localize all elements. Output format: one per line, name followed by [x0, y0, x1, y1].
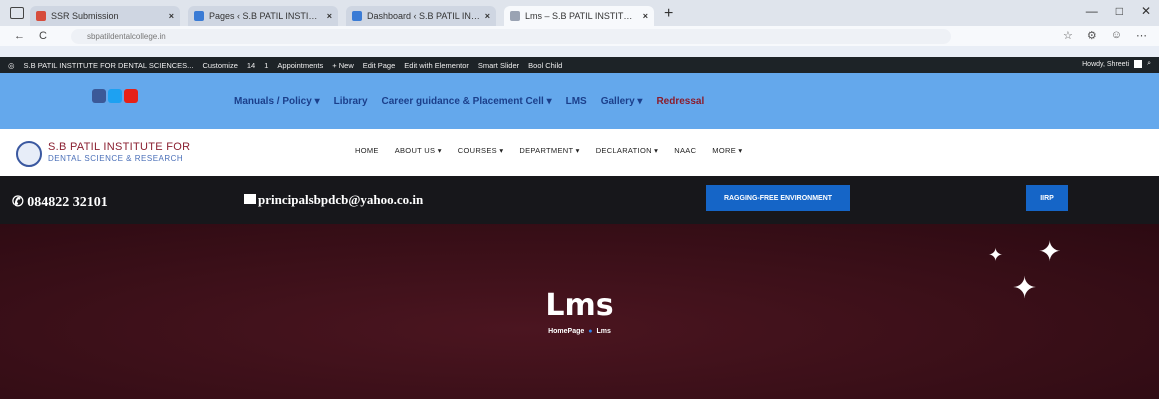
iirp-button[interactable]: IIRP — [1026, 185, 1068, 211]
admin-updates[interactable]: 14 — [247, 61, 255, 70]
minimize-button[interactable]: — — [1086, 4, 1098, 18]
breadcrumb-separator-icon: ● — [588, 328, 593, 335]
contact-bar: ✆ 084822 32101 principalsbpdcb@yahoo.co.… — [0, 176, 1159, 224]
wp-admin-bar: ◎ S.B PATIL INSTITUTE FOR DENTAL SCIENCE… — [0, 57, 1159, 73]
phone-icon: ✆ — [12, 195, 24, 210]
breadcrumb-current: Lms — [596, 328, 611, 335]
breadcrumb: HomePage ● Lms — [0, 328, 1159, 335]
menu-lms[interactable]: LMS — [566, 96, 587, 107]
admin-bool-child[interactable]: Bool Child — [528, 61, 562, 70]
nav-more[interactable]: MORE ▾ — [712, 146, 742, 155]
menu-gallery[interactable]: Gallery ▾ — [601, 96, 643, 107]
sparkle-icon: ✦ — [988, 245, 1004, 265]
howdy-label: Howdy, Shreeti — [1082, 60, 1130, 68]
admin-appointments[interactable]: Appointments — [277, 61, 323, 70]
sparkle-icon: ✦ — [1038, 236, 1062, 267]
admin-smart-slider[interactable]: Smart Slider — [478, 61, 519, 70]
email-contact[interactable]: principalsbpdcb@yahoo.co.in — [244, 192, 423, 208]
menu-redressal[interactable]: Redressal — [656, 96, 704, 107]
email-address: principalsbpdcb@yahoo.co.in — [258, 192, 424, 207]
address-bar-row: ← C sbpatildentalcollege.in ☆ ⚙ ☺ ⋯ — [0, 26, 1159, 46]
nav-about-us[interactable]: ABOUT US ▾ — [395, 146, 442, 155]
close-tab-icon[interactable]: × — [643, 11, 648, 21]
tab-title: Dashboard ‹ S.B PATIL INSTITUT — [367, 11, 481, 21]
tab-title: Pages ‹ S.B PATIL INSTITUTE FOR — [209, 11, 323, 21]
nav-department[interactable]: DEPARTMENT ▾ — [519, 146, 579, 155]
browser-tab-active[interactable]: Lms – S.B PATIL INSTITUTE FOR × — [504, 6, 654, 26]
tab-favicon — [194, 11, 204, 21]
phone-contact[interactable]: ✆ 084822 32101 — [12, 194, 108, 211]
main-nav: HOME ABOUT US ▾ COURSES ▾ DEPARTMENT ▾ D… — [355, 146, 742, 155]
top-menu: Manuals / Policy ▾ Library Career guidan… — [234, 96, 704, 107]
workspaces-icon[interactable] — [10, 7, 24, 19]
new-tab-button[interactable]: + — [664, 5, 673, 23]
nav-naac[interactable]: NAAC — [674, 146, 696, 155]
admin-comments[interactable]: 1 — [264, 61, 268, 70]
nav-home[interactable]: HOME — [355, 146, 379, 155]
profile-icon[interactable]: ☺ — [1111, 29, 1122, 42]
browser-tab-strip: SSR Submission × Pages ‹ S.B PATIL INSTI… — [0, 0, 1159, 26]
back-arrow-icon[interactable]: ← — [14, 30, 25, 42]
logo-title[interactable]: S.B PATIL INSTITUTE FOR — [48, 141, 190, 153]
tab-title: Lms – S.B PATIL INSTITUTE FOR — [525, 11, 639, 21]
admin-account[interactable]: Howdy, Shreeti ⌕ — [1082, 60, 1151, 68]
admin-edit-page[interactable]: Edit Page — [363, 61, 396, 70]
nav-declaration[interactable]: DECLARATION ▾ — [596, 146, 659, 155]
email-icon — [244, 194, 256, 204]
menu-career-guidance[interactable]: Career guidance & Placement Cell ▾ — [382, 96, 552, 107]
admin-site-name[interactable]: S.B PATIL INSTITUTE FOR DENTAL SCIENCES.… — [24, 61, 194, 70]
search-icon[interactable]: ⌕ — [1147, 60, 1151, 68]
browser-toolbar: ☆ ⚙ ☺ ⋯ — [1063, 29, 1147, 42]
admin-edit-elementor[interactable]: Edit with Elementor — [404, 61, 469, 70]
window-controls: — □ ✕ — [1086, 4, 1151, 18]
page-hero: ✦ ✦ ✦ Lms HomePage ● Lms — [0, 224, 1159, 399]
favorites-star-icon[interactable]: ☆ — [1063, 29, 1073, 42]
wordpress-logo-icon[interactable]: ◎ — [8, 61, 15, 70]
ragging-free-button[interactable]: RAGGING-FREE ENVIRONMENT — [706, 185, 850, 211]
extensions-icon[interactable]: ⚙ — [1087, 29, 1097, 42]
logo-subtitle[interactable]: DENTAL SCIENCE & RESEARCH — [48, 154, 183, 163]
maximize-button[interactable]: □ — [1116, 4, 1123, 18]
more-menu-icon[interactable]: ⋯ — [1136, 29, 1147, 42]
twitter-icon[interactable] — [108, 89, 122, 103]
menu-library[interactable]: Library — [334, 96, 368, 107]
tab-title: SSR Submission — [51, 11, 119, 21]
url-input[interactable]: sbpatildentalcollege.in — [70, 28, 951, 44]
site-header: S.B PATIL INSTITUTE FOR DENTAL SCIENCE &… — [0, 129, 1159, 176]
phone-number: 084822 32101 — [27, 195, 108, 210]
browser-tab[interactable]: SSR Submission × — [30, 6, 180, 26]
nav-courses[interactable]: COURSES ▾ — [458, 146, 504, 155]
top-bar: Manuals / Policy ▾ Library Career guidan… — [0, 73, 1159, 129]
facebook-icon[interactable] — [92, 89, 106, 103]
avatar — [1134, 60, 1143, 68]
tab-favicon — [510, 11, 520, 21]
youtube-icon[interactable] — [124, 89, 138, 103]
menu-manuals-policy[interactable]: Manuals / Policy ▾ — [234, 96, 320, 107]
page-title: Lms — [545, 288, 614, 323]
browser-tab[interactable]: Dashboard ‹ S.B PATIL INSTITUT × — [346, 6, 496, 26]
browser-tab[interactable]: Pages ‹ S.B PATIL INSTITUTE FOR × — [188, 6, 338, 26]
close-tab-icon[interactable]: × — [327, 11, 332, 21]
tab-favicon — [36, 11, 46, 21]
close-tab-icon[interactable]: × — [485, 11, 490, 21]
close-window-button[interactable]: ✕ — [1141, 4, 1151, 18]
admin-new[interactable]: + New — [332, 61, 353, 70]
tab-favicon — [352, 11, 362, 21]
admin-customize[interactable]: Customize — [202, 61, 237, 70]
refresh-icon[interactable]: C — [39, 30, 47, 42]
institute-logo-icon[interactable] — [16, 141, 42, 167]
close-tab-icon[interactable]: × — [169, 11, 174, 21]
breadcrumb-home[interactable]: HomePage — [548, 328, 584, 335]
